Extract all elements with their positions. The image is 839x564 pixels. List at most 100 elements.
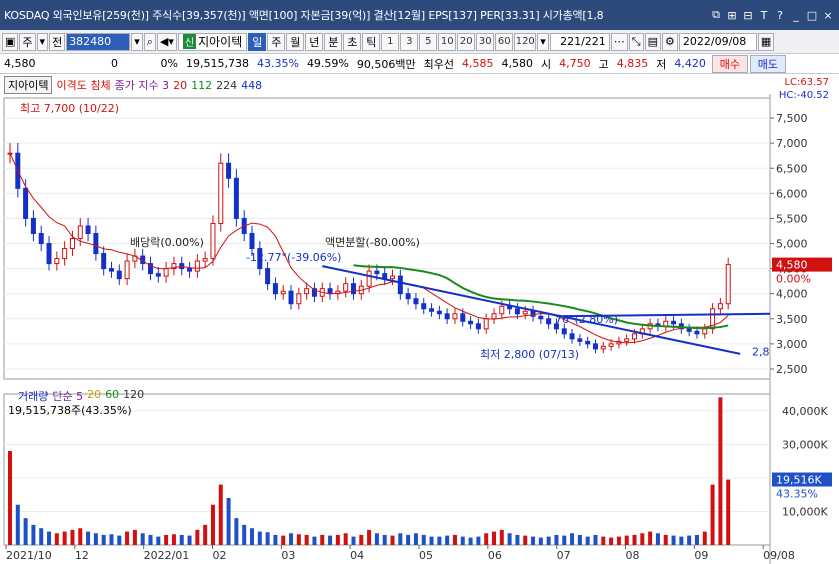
candle-body (85, 225, 91, 234)
interval-dropdown-icon[interactable]: ▾ (537, 32, 549, 51)
close-button[interactable]: × (821, 7, 835, 23)
volume-bar (655, 533, 660, 545)
candle-body (30, 217, 36, 234)
minimize-button[interactable]: _ (789, 7, 803, 23)
stock-code-input[interactable]: 382480 (66, 32, 131, 51)
volume-bar (125, 531, 130, 545)
tab-period-tick[interactable]: 틱 (362, 32, 381, 51)
link-icon[interactable]: ⧉ (709, 7, 723, 23)
volume-pct: 43.35% (256, 57, 299, 70)
font-size-icon[interactable]: T (757, 7, 771, 23)
calendar-icon[interactable]: ▦ (757, 32, 775, 51)
tab-period-year[interactable]: 년 (305, 32, 324, 51)
open-label: 시 (541, 57, 552, 71)
interval-10[interactable]: 10 (438, 32, 457, 51)
price-axis-label: 5,500 (776, 212, 808, 225)
legend-indicator[interactable]: 이격도 침체 (56, 77, 110, 93)
code-dropdown-icon[interactable]: ▾ (131, 32, 143, 51)
volume-bar (468, 537, 473, 545)
sell-button[interactable]: 매도 (749, 54, 786, 73)
candle-body (717, 303, 723, 310)
tab-period-second[interactable]: 초 (343, 32, 362, 51)
volume-bar (648, 531, 653, 545)
search-icon[interactable]: ⌕ (143, 32, 156, 51)
x-axis-label: 04 (350, 549, 364, 562)
candle-body (366, 270, 372, 287)
tab-period-day[interactable]: 일 (248, 32, 267, 51)
volume-bar (140, 533, 145, 545)
dots-icon[interactable]: ⋯ (610, 32, 628, 51)
price-chart[interactable]: 7,5007,0006,5006,0005,5005,0004,5004,000… (0, 94, 839, 564)
interval-3[interactable]: 3 (400, 32, 419, 51)
interval-60[interactable]: 60 (495, 32, 514, 51)
titlebar-buttons: ⧉ ⊞ ⊟ T ? _ □ × (709, 0, 839, 30)
chevron-down-icon[interactable]: ▾ (36, 32, 49, 51)
candle-body (327, 288, 333, 295)
maximize-button[interactable]: □ (805, 7, 819, 23)
volume-bar (47, 531, 52, 545)
lc-value: LC:63.57 (784, 77, 829, 88)
legend-ma-448[interactable]: 448 (241, 79, 262, 92)
help-icon[interactable]: ? (773, 7, 787, 23)
candle-body (569, 333, 575, 340)
x-axis-label: 06 (488, 549, 502, 562)
volume-bar (156, 536, 161, 545)
save-icon[interactable]: ▤ (644, 32, 661, 51)
volume-bar (570, 533, 575, 545)
volume-bar (531, 536, 536, 545)
candle-body (608, 343, 614, 347)
candle-body (483, 318, 489, 330)
layout-icon[interactable]: ⊟ (741, 7, 755, 23)
low-label: 저 (656, 57, 667, 71)
tab-period-minute[interactable]: 분 (324, 32, 343, 51)
x-axis-label: 05 (419, 549, 433, 562)
candle-body (405, 293, 411, 300)
market-select[interactable]: 주 (19, 32, 36, 51)
grid-icon[interactable]: ⊞ (725, 7, 739, 23)
candle-body (38, 232, 44, 245)
candle-body (210, 222, 216, 260)
gear-icon[interactable]: ⚙ (662, 32, 678, 51)
legend-ma-224[interactable]: 224 (216, 79, 237, 92)
legend-stock-name[interactable]: 지아이텍 (4, 76, 53, 94)
candle-body (288, 290, 294, 305)
stock-name-label: 지아이텍 (198, 35, 243, 49)
candle-body (163, 268, 169, 277)
legend-ma-label[interactable]: 종가 지수 3 (115, 77, 169, 93)
all-button[interactable]: 전 (49, 32, 66, 51)
tab-period-month[interactable]: 월 (286, 32, 305, 51)
interval-20[interactable]: 20 (457, 32, 476, 51)
volume-bar (663, 534, 668, 545)
candle-body (577, 338, 583, 342)
panel-icon[interactable]: ▣ (2, 32, 19, 51)
volume-bar (109, 534, 114, 545)
best-bid: 4,580 (501, 57, 534, 70)
candle-body (93, 232, 99, 255)
stock-badge-icon: 신 (182, 34, 197, 49)
candle-body (538, 315, 544, 320)
price-change: 0 (111, 57, 118, 70)
current-volume-pct: 43.35% (776, 488, 818, 501)
legend-ma-112[interactable]: 112 (191, 79, 212, 92)
interval-120[interactable]: 120 (514, 32, 537, 51)
candle-body (296, 293, 302, 305)
legend-ma-20[interactable]: 20 (173, 79, 187, 92)
tab-period-week[interactable]: 주 (267, 32, 286, 51)
stock-name: 신 지아이텍 (177, 32, 248, 51)
volume-bar (687, 535, 692, 545)
date-input[interactable]: 2022/09/08 (678, 32, 757, 51)
buy-button[interactable]: 매수 (711, 54, 748, 73)
interval-1[interactable]: 1 (381, 32, 400, 51)
volume-bar (632, 534, 637, 545)
interval-30[interactable]: 30 (476, 32, 495, 51)
price-axis-label: 7,000 (776, 137, 808, 150)
interval-5[interactable]: 5 (419, 32, 438, 51)
chart-type-icon[interactable]: ⤡ (628, 32, 644, 51)
volume-bar (187, 535, 192, 545)
candle-body (686, 328, 692, 332)
chart-legend: 지아이텍 이격도 침체 종가 지수 3 20 112 224 448 (0, 76, 262, 94)
sound-icon[interactable]: ◀▾ (156, 32, 177, 51)
data-count[interactable]: 221/221 (549, 32, 610, 51)
volume-bar (226, 498, 231, 545)
candle-body (187, 268, 193, 272)
